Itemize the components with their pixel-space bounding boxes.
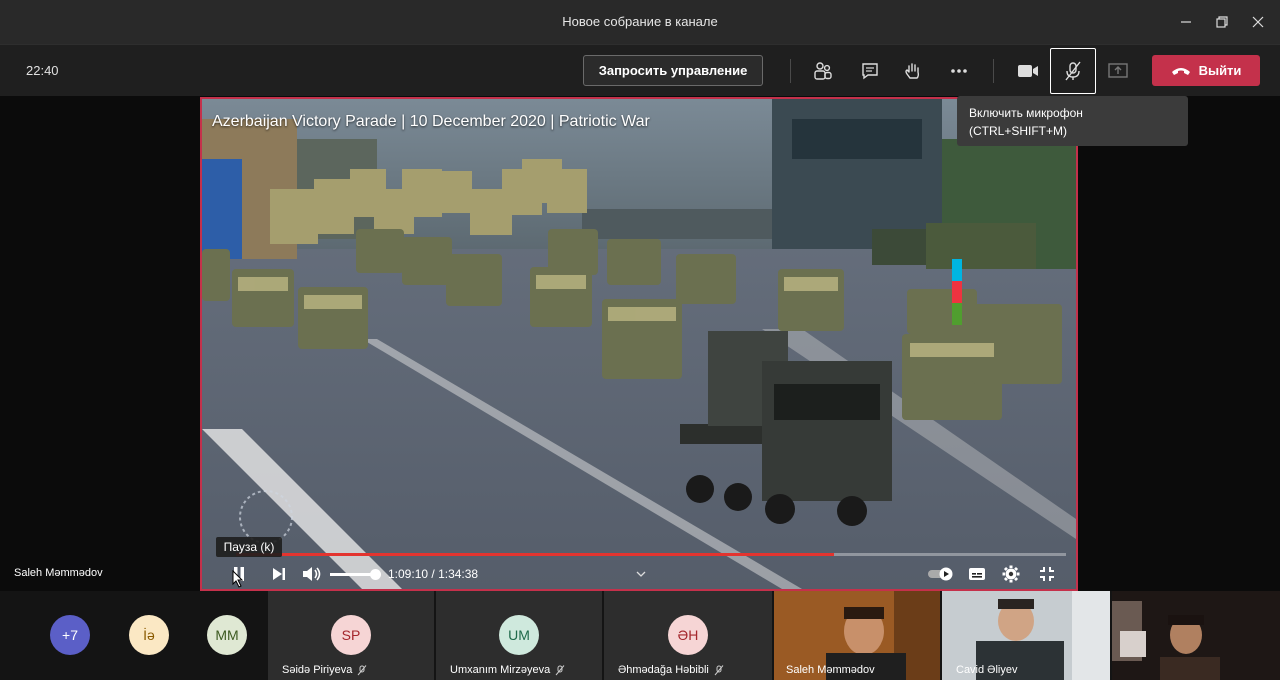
skip-next-icon xyxy=(273,568,285,580)
chevron-down-icon xyxy=(636,571,646,577)
participants-button[interactable] xyxy=(807,55,839,87)
video-time: 1:09:10 / 1:34:38 xyxy=(388,567,478,581)
participant-label: Əhmədağa Həbibli xyxy=(618,664,724,676)
leave-label: Выйти xyxy=(1198,63,1242,78)
subtitles-icon xyxy=(969,568,985,580)
raise-hand-button[interactable] xyxy=(897,55,929,87)
microphone-muted-icon xyxy=(555,664,565,675)
participant-avatar: UM xyxy=(499,615,539,655)
volume-slider-handle[interactable] xyxy=(370,569,381,580)
video-title: Azerbaijan Victory Parade | 10 December … xyxy=(212,113,650,130)
microphone-tooltip: Включить микрофон (CTRL+SHIFT+M) xyxy=(957,96,1188,146)
more-participants-badge[interactable]: +7 xyxy=(50,615,90,655)
microphone-muted-icon xyxy=(1065,61,1081,81)
participant-strip: +7 İə MM SP Səidə Piriyeva UM Umxanım Mi… xyxy=(0,591,1280,680)
window-title: Новое собрание в канале xyxy=(562,14,718,29)
autoplay-toggle[interactable] xyxy=(926,563,956,585)
close-window-button[interactable] xyxy=(1246,10,1270,34)
microphone-muted-icon xyxy=(357,664,367,675)
participant-video-tile[interactable]: Saleh Məmmədov xyxy=(774,591,940,680)
toolbar-divider xyxy=(993,59,994,83)
request-control-button[interactable]: Запросить управление xyxy=(583,55,763,86)
raise-hand-icon xyxy=(905,63,920,79)
participant-video-tile[interactable]: Cavid Əliyev xyxy=(942,591,1110,680)
video-progress-fill xyxy=(236,553,834,556)
participant-name: Umxanım Mirzəyeva xyxy=(450,664,551,676)
participant-name: Cavid Əliyev xyxy=(956,664,1018,676)
microphone-toggle-button[interactable] xyxy=(1050,48,1096,94)
participant-avatar[interactable]: MM xyxy=(207,615,247,655)
leave-meeting-button[interactable]: Выйти xyxy=(1152,55,1260,86)
exit-fullscreen-button[interactable] xyxy=(1036,563,1058,585)
video-frame[interactable] xyxy=(202,99,1076,589)
current-time: 1:09:10 xyxy=(388,567,429,581)
participant-avatar: SP xyxy=(331,615,371,655)
participant-avatar: ƏH xyxy=(668,615,708,655)
pause-tooltip: Пауза (k) xyxy=(216,537,282,557)
participant-avatar[interactable]: İə xyxy=(129,615,169,655)
duration: 1:34:38 xyxy=(438,567,479,581)
subtitles-button[interactable] xyxy=(966,563,988,585)
volume-button[interactable] xyxy=(300,563,324,585)
participant-tile[interactable]: UM Umxanım Mirzəyeva xyxy=(436,591,602,680)
camera-icon xyxy=(1018,65,1038,77)
gear-icon xyxy=(1002,565,1020,583)
tooltip-text: Включить микрофон xyxy=(969,106,1083,120)
video-progress-bar[interactable] xyxy=(236,553,1066,556)
participant-tile[interactable]: ƏH Əhmədağa Həbibli xyxy=(604,591,772,680)
camera-button[interactable] xyxy=(1012,55,1044,87)
meeting-toolbar: 22:40 Запросить управление Выйти xyxy=(0,44,1280,96)
more-actions-button[interactable] xyxy=(943,55,975,87)
mouse-cursor-icon xyxy=(232,570,244,588)
hang-up-icon xyxy=(1171,67,1190,75)
participant-video-tile[interactable] xyxy=(1112,591,1280,680)
chat-button[interactable] xyxy=(854,55,886,87)
participant-video-feed xyxy=(1112,591,1280,680)
share-screen-button[interactable] xyxy=(1102,55,1134,87)
participant-name: Əhmədağa Həbibli xyxy=(618,664,709,676)
share-screen-icon xyxy=(1108,63,1128,78)
meeting-clock: 22:40 xyxy=(26,63,59,78)
participants-icon xyxy=(814,62,832,80)
microphone-muted-icon xyxy=(714,664,724,675)
autoplay-toggle-icon xyxy=(928,567,953,581)
settings-button[interactable] xyxy=(1000,563,1022,585)
participant-name: Saleh Məmmədov xyxy=(786,664,875,676)
toolbar-divider xyxy=(790,59,791,83)
participant-name: Səidə Piriyeva xyxy=(282,664,353,676)
minimize-button[interactable] xyxy=(1174,10,1198,34)
restore-icon xyxy=(1216,16,1228,28)
exit-fullscreen-icon xyxy=(1040,567,1054,581)
presenter-name: Saleh Məmmədov xyxy=(14,567,103,579)
tooltip-shortcut: (CTRL+SHIFT+M) xyxy=(969,124,1068,138)
restore-button[interactable] xyxy=(1210,10,1234,34)
next-button[interactable] xyxy=(268,563,290,585)
shared-content-stage[interactable]: Azerbaijan Victory Parade | 10 December … xyxy=(200,97,1078,591)
chat-icon xyxy=(862,63,878,80)
participant-tile[interactable]: SP Səidə Piriyeva xyxy=(268,591,434,680)
more-icon xyxy=(951,69,967,73)
close-icon xyxy=(1252,16,1264,28)
volume-icon xyxy=(303,567,321,581)
chevron-down-button[interactable] xyxy=(632,563,650,585)
participant-label: Umxanım Mirzəyeva xyxy=(450,664,565,676)
participant-label: Səidə Piriyeva xyxy=(282,664,367,676)
video-controls: 1:09:10 / 1:34:38 xyxy=(202,559,1076,589)
minimize-icon xyxy=(1181,21,1191,23)
title-bar: Новое собрание в канале xyxy=(0,0,1280,44)
